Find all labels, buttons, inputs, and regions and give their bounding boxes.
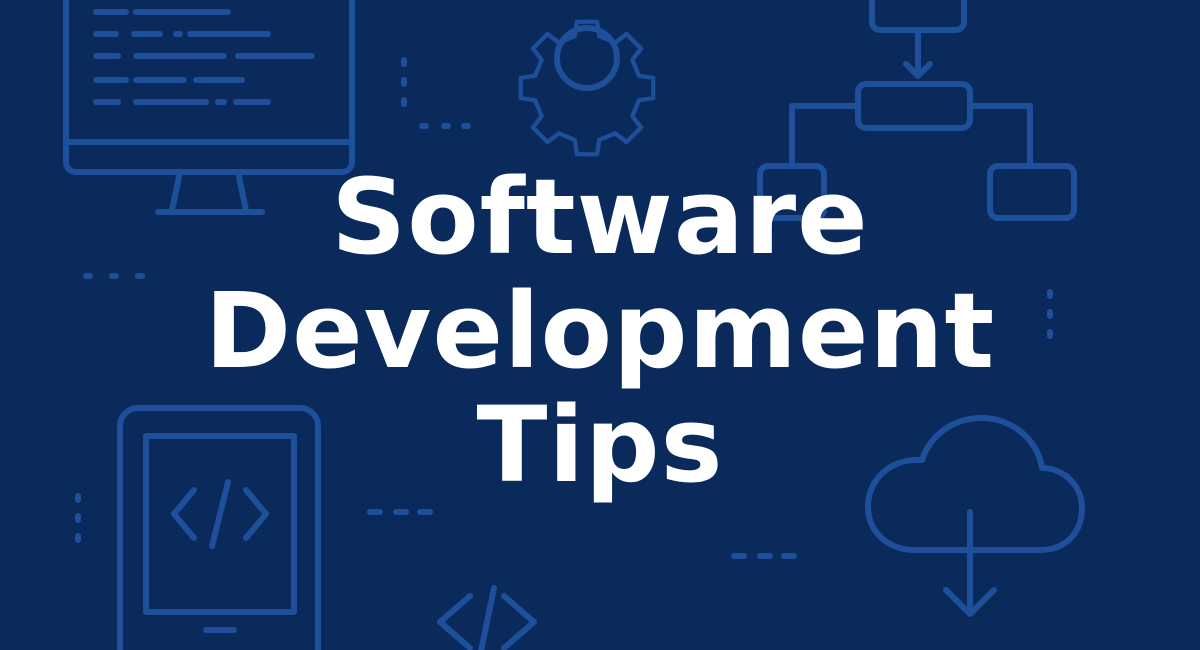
headline: Software Development Tips: [0, 160, 1200, 502]
headline-line-3: Tips: [476, 384, 724, 506]
banner: Software Development Tips: [0, 0, 1200, 650]
headline-line-2: Development: [204, 270, 996, 392]
headline-line-1: Software: [331, 156, 869, 278]
